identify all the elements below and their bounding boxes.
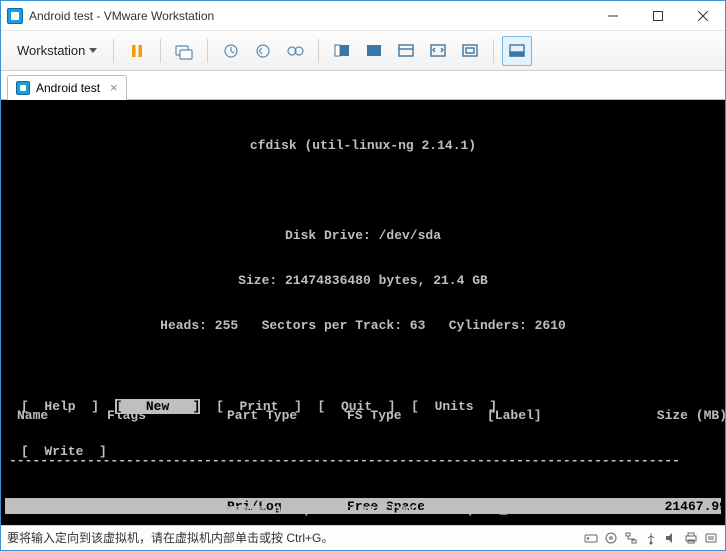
separator	[318, 39, 319, 63]
minimize-button[interactable]	[590, 1, 635, 30]
stretch-button[interactable]	[423, 36, 453, 66]
disk-drive-line: Disk Drive: /dev/sda	[5, 228, 721, 243]
fullscreen-button[interactable]	[327, 36, 357, 66]
window-title: Android test - VMware Workstation	[29, 9, 214, 23]
vm-icon	[16, 81, 30, 95]
tab-label: Android test	[36, 81, 100, 95]
hard-disk-icon[interactable]	[583, 530, 599, 546]
console-view-button[interactable]	[391, 36, 421, 66]
revert-snapshot-button[interactable]	[248, 36, 278, 66]
title-bar: Android test - VMware Workstation	[1, 1, 725, 31]
status-bar: 要将输入定向到该虚拟机，请在虚拟机内部单击或按 Ctrl+G。	[1, 525, 725, 549]
disk-geometry-line: Heads: 255 Sectors per Track: 63 Cylinde…	[5, 318, 721, 333]
message-log-icon[interactable]	[703, 530, 719, 546]
menu-new[interactable]: [ New ]	[115, 399, 201, 414]
autofit-button[interactable]	[455, 36, 485, 66]
snapshot-manager-button[interactable]	[280, 36, 310, 66]
tab-strip: Android test ×	[1, 71, 725, 100]
usb-icon[interactable]	[643, 530, 659, 546]
unity-button[interactable]	[359, 36, 389, 66]
menu-help[interactable]: [ Help ]	[21, 399, 99, 414]
menu-write[interactable]: [ Write ]	[21, 444, 107, 459]
separator	[113, 39, 114, 63]
menu-quit[interactable]: [ Quit ]	[318, 399, 396, 414]
cd-icon[interactable]	[603, 530, 619, 546]
app-icon	[7, 8, 23, 24]
pause-button[interactable]	[122, 36, 152, 66]
menu-units[interactable]: [ Units ]	[411, 399, 497, 414]
vm-console[interactable]: cfdisk (util-linux-ng 2.14.1) Disk Drive…	[1, 100, 725, 525]
close-button[interactable]	[680, 1, 725, 30]
tab-close-icon[interactable]: ×	[110, 81, 118, 94]
separator	[207, 39, 208, 63]
sound-icon[interactable]	[663, 530, 679, 546]
disk-size-line: Size: 21474836480 bytes, 21.4 GB	[5, 273, 721, 288]
cfdisk-hint: Create new partition from free space_	[1, 502, 725, 517]
vm-tab-android-test[interactable]: Android test ×	[7, 75, 127, 100]
menu-print[interactable]: [ Print ]	[216, 399, 302, 414]
workstation-menu[interactable]: Workstation	[9, 39, 105, 62]
printer-icon[interactable]	[683, 530, 699, 546]
snapshot-button[interactable]	[216, 36, 246, 66]
separator	[160, 39, 161, 63]
thumbnail-bar-button[interactable]	[502, 36, 532, 66]
chevron-down-icon	[89, 48, 97, 53]
maximize-button[interactable]	[635, 1, 680, 30]
status-message: 要将输入定向到该虚拟机，请在虚拟机内部单击或按 Ctrl+G。	[7, 529, 333, 546]
network-icon[interactable]	[623, 530, 639, 546]
cfdisk-title: cfdisk (util-linux-ng 2.14.1)	[5, 138, 721, 153]
workstation-menu-label: Workstation	[17, 43, 85, 58]
separator	[493, 39, 494, 63]
toolbar: Workstation	[1, 31, 725, 71]
cfdisk-menu: [ Help ] [ New ] [ Print ] [ Quit ] [ Un…	[1, 369, 725, 489]
send-ctrl-alt-del-button[interactable]	[169, 36, 199, 66]
